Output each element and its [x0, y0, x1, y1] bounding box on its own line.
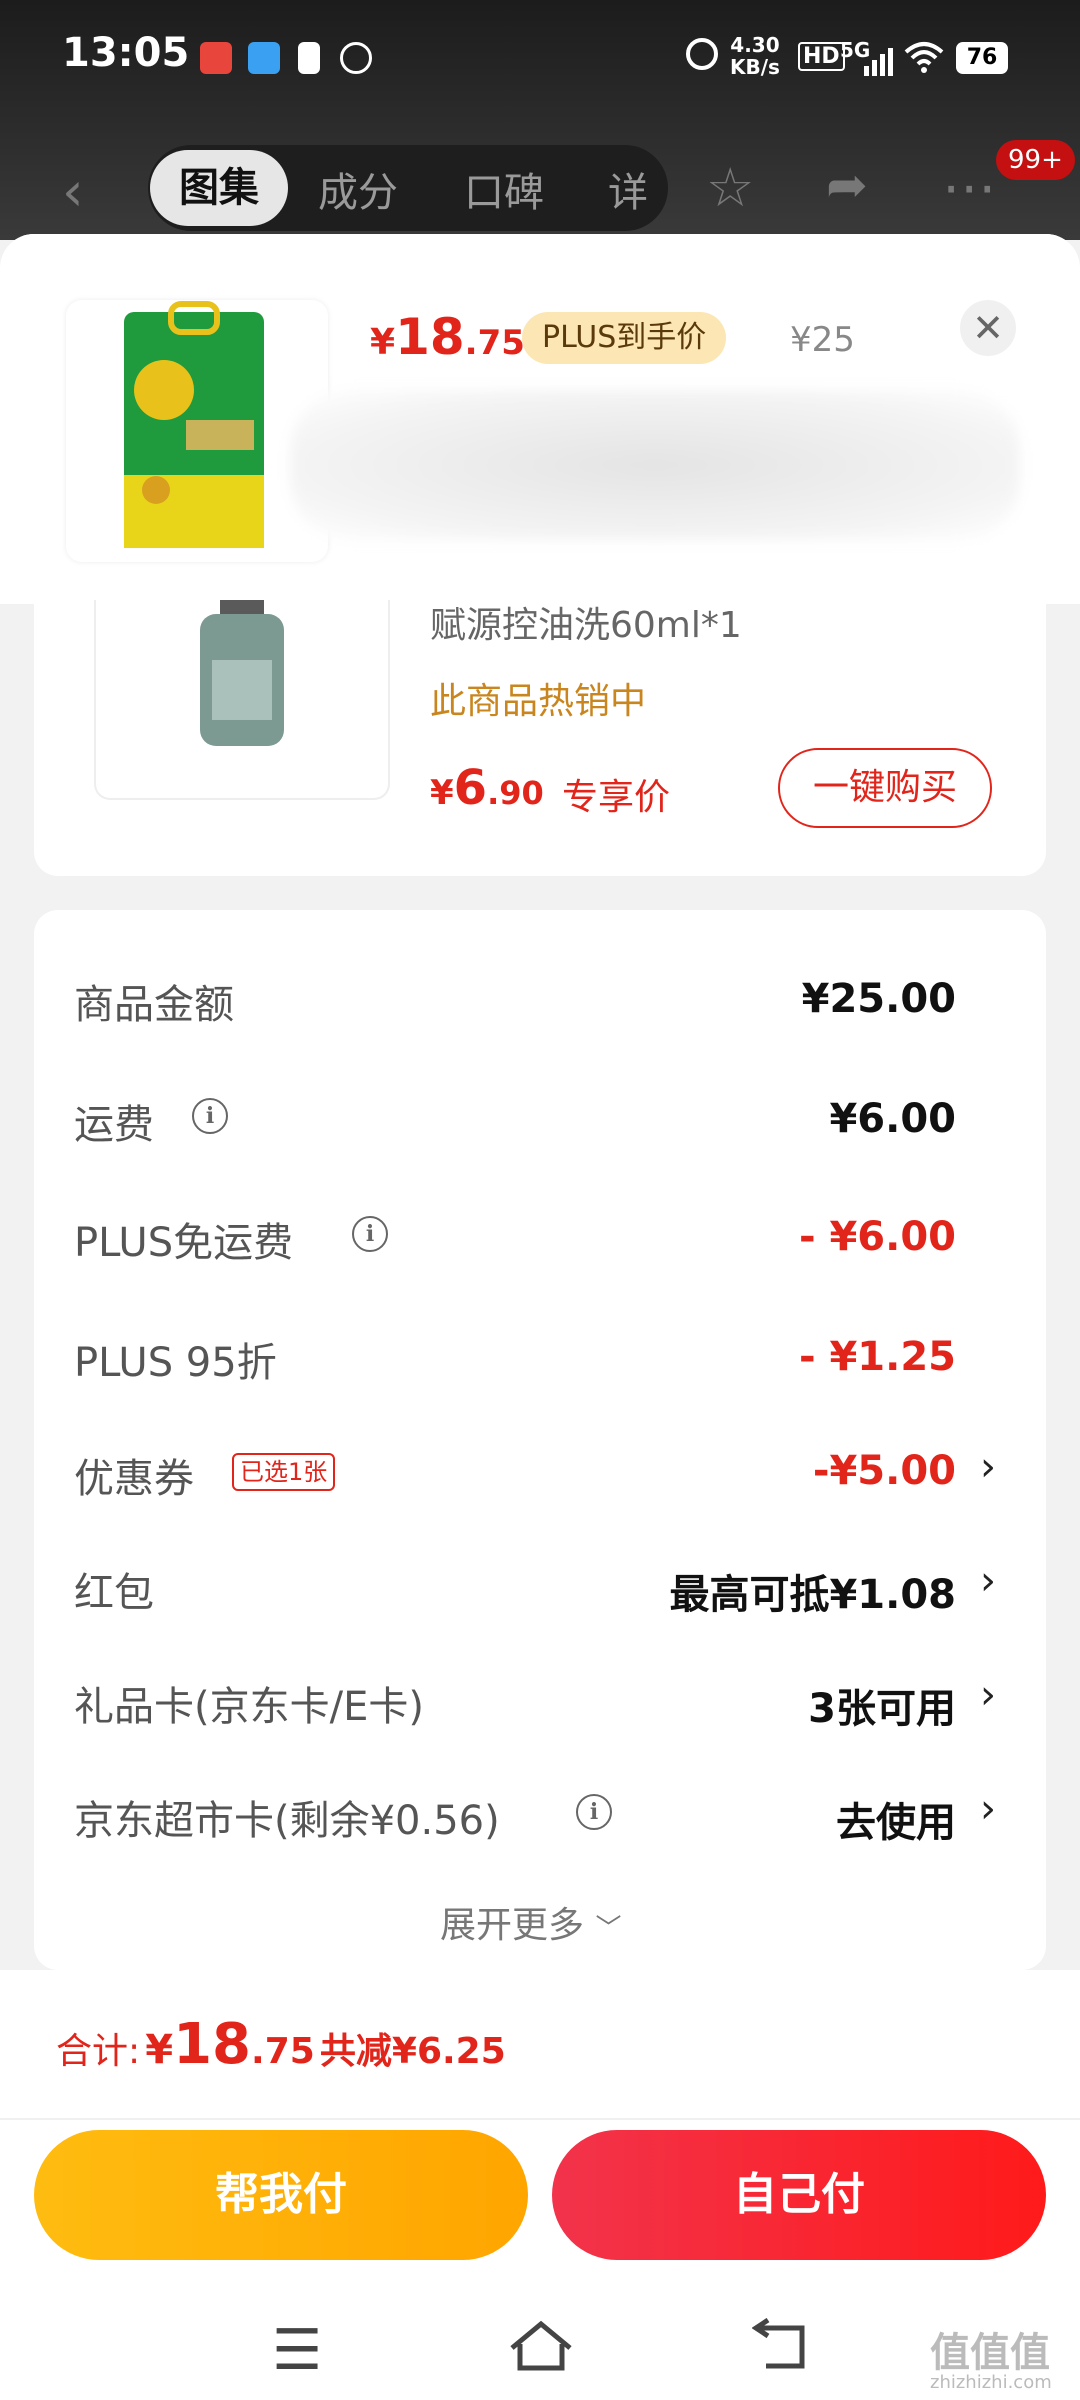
exclusive-price-label: 专享价 — [562, 777, 671, 818]
shampoo-bottle-icon — [200, 600, 284, 746]
plus-discount-value: - ¥1.25 — [798, 1334, 956, 1380]
related-product-thumbnail[interactable] — [94, 600, 390, 800]
total-symbol: ¥ — [145, 2027, 174, 2073]
related-product-price: ¥6.90 — [430, 760, 544, 816]
order-total: 合计: ¥18.75 共减¥6.25 — [56, 2012, 506, 2077]
red-packet-chevron-right-icon[interactable]: › — [980, 1558, 996, 1604]
supermarket-card-info-icon[interactable]: i — [576, 1794, 612, 1830]
plus-price-tag: PLUS到手价 — [522, 312, 727, 364]
related-product-title: 赋源控油洗60ml*1 — [430, 605, 742, 646]
wallet-icon — [248, 42, 280, 74]
menu-icon[interactable]: ☰ — [272, 2318, 322, 2383]
price-decimal: .75 — [464, 323, 525, 363]
plus-free-shipping-label: PLUS免运费 — [74, 1220, 294, 1266]
shipping-info-icon[interactable]: i — [192, 1098, 228, 1134]
supermarket-card-chevron-right-icon[interactable]: › — [980, 1786, 996, 1832]
shipping-value: ¥6.00 — [829, 1096, 956, 1142]
supermarket-card-value[interactable]: 去使用 — [836, 1790, 956, 1848]
shipping-label: 运费 — [74, 1102, 154, 1148]
coupon-chevron-right-icon[interactable]: › — [980, 1444, 996, 1490]
pay-myself-button[interactable]: 自己付 — [552, 2130, 1046, 2260]
total-integer: 18 — [173, 2012, 252, 2077]
coupon-value[interactable]: -¥5.00 — [813, 1448, 956, 1494]
plus-shipping-info-icon[interactable]: i — [352, 1216, 388, 1252]
one-click-buy-button[interactable]: 一键购买 — [778, 748, 992, 828]
message-badge: 99+ — [996, 140, 1075, 180]
red-packet-label[interactable]: 红包 — [74, 1560, 154, 1618]
plus-discount-label: PLUS 95折 — [74, 1340, 277, 1386]
signal-icon — [864, 48, 894, 80]
battery-indicator: 76 — [956, 42, 1008, 74]
status-time: 13:05 — [62, 30, 190, 76]
gift-card-chevron-right-icon[interactable]: › — [980, 1672, 996, 1718]
help-me-pay-button[interactable]: 帮我付 — [34, 2130, 528, 2260]
watermark: 值值值 — [930, 2330, 1050, 2376]
product-price: ¥18.75 — [370, 308, 525, 366]
coupon-label[interactable]: 优惠券 — [74, 1446, 194, 1504]
tab-gallery[interactable]: 图集 — [150, 150, 288, 226]
app-notification-icon — [200, 42, 232, 74]
price-symbol: ¥ — [370, 322, 396, 363]
expand-more-label: 展开更多 — [440, 1905, 585, 1946]
goods-amount-label: 商品金额 — [74, 982, 234, 1028]
price-integer: 18 — [395, 308, 465, 366]
home-icon[interactable] — [508, 2318, 574, 2378]
total-label: 合计: — [56, 2031, 141, 2072]
share-icon[interactable]: ➦ — [826, 156, 868, 214]
back-nav-icon[interactable] — [751, 2317, 812, 2378]
net-speed-value: 4.30 — [730, 33, 780, 57]
red-packet-value[interactable]: 最高可抵¥1.08 — [669, 1562, 956, 1620]
related-price-symbol: ¥ — [430, 773, 454, 813]
total-decimal: .75 — [251, 2031, 315, 2072]
supermarket-card-label[interactable]: 京东超市卡(剩余¥0.56) — [74, 1788, 500, 1846]
do-not-disturb-icon — [340, 42, 372, 74]
more-icon[interactable]: ⋯ — [942, 156, 996, 219]
net-speed: 4.30 KB/s — [730, 34, 780, 78]
tab-reviews[interactable]: 口碑 — [464, 160, 544, 218]
sim-icon — [298, 42, 320, 74]
rice-bag-icon — [124, 301, 264, 548]
related-price-decimal: .90 — [487, 774, 544, 812]
close-icon[interactable]: ✕ — [960, 300, 1016, 356]
wifi-icon — [904, 40, 944, 78]
hd-indicator: HD — [798, 42, 845, 71]
coupon-selected-badge: 已选1张 — [232, 1453, 336, 1491]
watermark-domain: zhizhizhi.com — [930, 2372, 1052, 2393]
gift-card-label[interactable]: 礼品卡(京东卡/E卡) — [74, 1674, 424, 1732]
net-speed-unit: KB/s — [730, 55, 780, 79]
product-thumbnail — [66, 300, 328, 562]
related-price-integer: 6 — [453, 760, 488, 816]
tab-ingredients[interactable]: 成分 — [318, 160, 398, 218]
goods-amount-value: ¥25.00 — [801, 976, 956, 1022]
total-saved: 共减¥6.25 — [319, 2031, 506, 2072]
hot-selling-label: 此商品热销中 — [430, 681, 647, 722]
expand-more-link[interactable]: 展开更多 ﹀ — [440, 1896, 621, 1948]
star-icon[interactable]: ☆ — [706, 156, 754, 219]
blurred-region — [290, 390, 1020, 540]
original-price: ¥25 — [790, 320, 855, 360]
gift-card-value[interactable]: 3张可用 — [808, 1676, 956, 1734]
back-arrow-icon[interactable]: ‹ — [62, 160, 84, 223]
plus-free-shipping-value: - ¥6.00 — [798, 1214, 956, 1260]
tab-details[interactable]: 详 — [608, 160, 664, 218]
alarm-icon — [686, 38, 718, 70]
chevron-down-icon: ﹀ — [595, 1914, 622, 1944]
